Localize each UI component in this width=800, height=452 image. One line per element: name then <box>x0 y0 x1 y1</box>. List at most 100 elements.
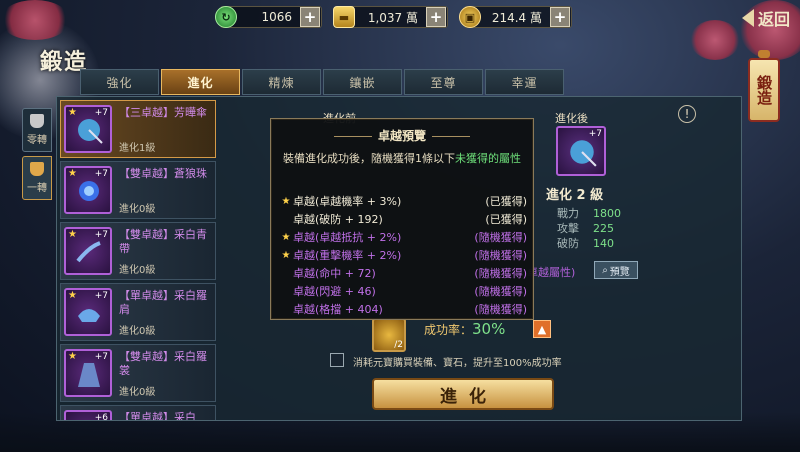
gold-ingot-icon: ▬ <box>333 6 355 28</box>
item-level: 進化0級 <box>119 326 156 337</box>
belt-icon: ★ +7 <box>64 227 112 275</box>
tab-supreme[interactable]: 至尊 <box>404 69 483 95</box>
add-gold-button[interactable]: + <box>426 7 446 27</box>
attr-status: (隨機獲得) <box>474 267 527 280</box>
attr-row: ★ 卓越(卓越機率 + 3%) (已獲得) <box>279 192 527 210</box>
back-arrow-icon <box>741 9 754 27</box>
preview-label: 預覽 <box>609 266 630 278</box>
attr-status: (已獲得) <box>485 195 527 208</box>
add-jade-button[interactable]: + <box>300 7 320 27</box>
attr-text: 卓越(卓越抵抗 + 2%) <box>293 231 402 244</box>
buy-checkbox[interactable] <box>330 353 344 367</box>
success-rate: 成功率：30% <box>424 320 505 338</box>
stats-block: 戰力 1800 攻擊 225 破防 140 <box>557 206 621 251</box>
item-level: 進化1級 <box>119 143 156 154</box>
list-item[interactable]: ★ +7 【雙卓越】采白羅裳 進化0級 <box>60 344 216 402</box>
item-name: 【單卓越】采白 <box>119 411 196 420</box>
tab-refine[interactable]: 精煉 <box>242 69 321 95</box>
attr-text: 卓越(命中 + 72) <box>293 267 376 280</box>
after-level: 進化 2 級 <box>546 188 604 203</box>
robe-icon: ★ +7 <box>64 349 112 397</box>
resource-value: 214.4 萬 <box>491 10 542 25</box>
item-plus: +6 <box>94 413 108 420</box>
stat-value: 225 <box>593 222 614 235</box>
list-item[interactable]: +6 【單卓越】采白 <box>60 405 216 420</box>
attr-text: 卓越(卓越機率 + 3%) <box>293 195 402 208</box>
item-name: 【雙卓越】蒼狼珠 <box>119 167 207 180</box>
attr-row: 卓越(格擋 + 404) (隨機獲得) <box>279 300 527 318</box>
side-tab-label: 一轉 <box>27 183 47 194</box>
tab-strengthen[interactable]: 強化 <box>80 69 159 95</box>
stat-value: 140 <box>593 237 614 250</box>
search-icon: ⌕ <box>602 264 608 276</box>
resource-value: 1,037 萬 <box>367 10 418 25</box>
attr-status: (隨機獲得) <box>474 285 527 298</box>
blossom-decoration <box>0 0 70 40</box>
stat-label: 攻擊 <box>557 222 579 235</box>
lantern-cap-decoration <box>758 50 770 58</box>
popup-desc-highlight: 未獲得的屬性 <box>455 152 521 165</box>
blossom-decoration <box>690 20 740 60</box>
forge-banner[interactable]: 鍛造 <box>748 58 780 122</box>
item-name: 【雙卓越】采白青帶 <box>119 228 207 255</box>
excellence-preview-popup: 卓越預覽 裝備進化成功後，隨機獲得1條以下未獲得的屬性 ★ 卓越(卓越機率 + 3… <box>270 118 534 320</box>
attr-row: 卓越(命中 + 72) (隨機獲得) <box>279 264 527 282</box>
excellence-attr-label: 卓越屬性) <box>527 266 576 279</box>
item-name: 【三卓越】芳曄傘 <box>119 106 207 119</box>
star-icon: ★ <box>281 195 291 207</box>
item-level: 進化0級 <box>119 265 156 276</box>
back-button[interactable]: 返回 <box>741 6 790 30</box>
help-icon[interactable]: ! <box>678 105 696 123</box>
star-icon: ★ <box>281 249 291 261</box>
success-label: 成功率： <box>424 323 473 337</box>
attr-text: 卓越(閃避 + 46) <box>293 285 376 298</box>
side-tab-label: 零轉 <box>27 135 47 146</box>
list-item[interactable]: ★ +7 【單卓越】采白羅肩 進化0級 <box>60 283 216 341</box>
tab-luck[interactable]: 幸運 <box>485 69 564 95</box>
jade-icon: ↻ <box>215 6 237 28</box>
list-item[interactable]: ★ +7 【三卓越】芳曄傘 進化1級 <box>60 100 216 158</box>
item-name: 【雙卓越】采白羅裳 <box>119 350 207 377</box>
attr-row: 卓越(破防 + 192) (已獲得) <box>279 210 527 228</box>
item-level: 進化0級 <box>119 387 156 398</box>
attr-status: (隨機獲得) <box>474 249 527 262</box>
attr-status: (隨機獲得) <box>474 303 527 316</box>
list-item[interactable]: ★ +7 【雙卓越】蒼狼珠 進化0級 <box>60 161 216 219</box>
armor-icon <box>30 162 44 176</box>
resource-value: 1066 <box>261 10 292 24</box>
material-slot[interactable]: /2 <box>372 318 406 352</box>
umbrella-icon[interactable]: +7 <box>556 126 606 176</box>
star-icon: ★ <box>281 231 291 243</box>
resource-gold: ▬ 1,037 萬 + <box>333 6 448 28</box>
success-value: 30% <box>472 320 506 338</box>
side-tab-zero-turn[interactable]: 零轉 <box>22 108 52 152</box>
orb-icon: ★ +7 <box>64 166 112 214</box>
add-coin-button[interactable]: + <box>550 7 570 27</box>
armor-icon <box>30 114 44 128</box>
attr-row: 卓越(閃避 + 46) (隨機獲得) <box>279 282 527 300</box>
raise-rate-button[interactable]: ▲ <box>533 320 551 338</box>
stat-label: 破防 <box>557 237 579 250</box>
stat-value: 1800 <box>593 207 621 220</box>
attr-text: 卓越(破防 + 192) <box>293 213 383 226</box>
attr-status: (已獲得) <box>485 213 527 226</box>
advance-button[interactable]: 進化 <box>372 378 554 410</box>
popup-desc-text: 裝備進化成功後，隨機獲得1條以下 <box>283 152 455 165</box>
side-tab-one-turn[interactable]: 一轉 <box>22 156 52 200</box>
attr-status: (隨機獲得) <box>474 231 527 244</box>
resource-jade: ↻ 1066 + <box>215 6 322 28</box>
tab-evolve[interactable]: 進化 <box>161 69 240 95</box>
banner-text: 鍛造 <box>755 75 773 105</box>
attr-row: ★ 卓越(重擊機率 + 2%) (隨機獲得) <box>279 246 527 264</box>
popup-description: 裝備進化成功後，隨機獲得1條以下未獲得的屬性 <box>283 151 523 167</box>
list-item[interactable]: ★ +7 【雙卓越】采白青帶 進化0級 <box>60 222 216 280</box>
resource-coin: ▣ 214.4 萬 + <box>459 6 572 28</box>
gear-item-icon: +6 <box>64 410 112 420</box>
preview-button[interactable]: ⌕ 預覽 <box>594 261 638 279</box>
attr-text: 卓越(重擊機率 + 2%) <box>293 249 402 262</box>
tab-inlay[interactable]: 鑲嵌 <box>323 69 402 95</box>
after-label: 進化後 <box>555 112 588 125</box>
item-name: 【單卓越】采白羅肩 <box>119 289 207 316</box>
material-count: /2 <box>394 340 403 350</box>
shoulder-icon: ★ +7 <box>64 288 112 336</box>
